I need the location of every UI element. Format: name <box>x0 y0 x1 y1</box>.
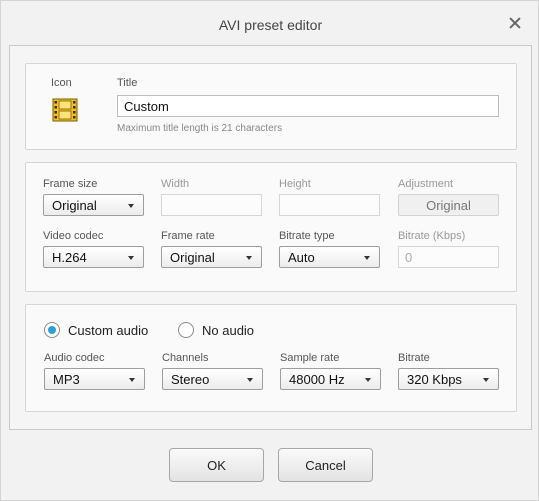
audio-bitrate-value: 320 Kbps <box>407 372 462 387</box>
frame-rate-select[interactable]: Original <box>161 246 262 268</box>
title-input[interactable]: Custom <box>117 95 499 117</box>
video-bitrate-input[interactable]: 0 <box>398 246 499 268</box>
chevron-down-icon <box>128 204 134 208</box>
no-audio-radio[interactable] <box>178 322 194 338</box>
close-icon[interactable] <box>506 15 524 33</box>
no-audio-label[interactable]: No audio <box>202 323 254 338</box>
title-hint: Maximum title length is 21 characters <box>117 123 283 134</box>
sample-rate-select[interactable]: 48000 Hz <box>280 368 381 390</box>
video-codec-select[interactable]: H.264 <box>43 246 144 268</box>
frame-rate-value: Original <box>170 250 215 265</box>
audio-group: Custom audio No audio Audio codec MP3 Ch… <box>25 304 517 412</box>
chevron-down-icon <box>128 256 134 260</box>
audio-codec-select[interactable]: MP3 <box>44 368 145 390</box>
audio-codec-label: Audio codec <box>44 352 105 364</box>
bitrate-type-select[interactable]: Auto <box>279 246 380 268</box>
adjustment-button[interactable]: Original <box>398 194 499 216</box>
frame-size-value: Original <box>52 198 97 213</box>
sample-rate-value: 48000 Hz <box>289 372 345 387</box>
settings-panel: Icon Title Custom Maximum title length i… <box>9 45 532 430</box>
film-icon[interactable] <box>52 98 78 122</box>
frame-rate-label: Frame rate <box>161 230 215 242</box>
chevron-down-icon <box>246 256 252 260</box>
chevron-down-icon <box>365 378 371 382</box>
custom-audio-radio[interactable] <box>44 322 60 338</box>
bitrate-type-label: Bitrate type <box>279 230 335 242</box>
sample-rate-label: Sample rate <box>280 352 340 364</box>
frame-size-label: Frame size <box>43 178 98 190</box>
window-title: AVI preset editor <box>218 17 323 33</box>
width-input[interactable] <box>161 194 262 216</box>
general-group: Icon Title Custom Maximum title length i… <box>25 63 517 150</box>
preset-editor-window: AVI preset editor Icon Title Custom Maxi… <box>0 0 539 501</box>
channels-label: Channels <box>162 352 209 364</box>
cancel-button[interactable]: Cancel <box>278 448 373 482</box>
chevron-down-icon <box>129 378 135 382</box>
width-label: Width <box>161 178 190 190</box>
chevron-down-icon <box>483 378 489 382</box>
adjustment-label: Adjustment <box>398 178 454 190</box>
video-codec-label: Video codec <box>43 230 104 242</box>
custom-audio-label[interactable]: Custom audio <box>68 323 148 338</box>
audio-bitrate-label: Bitrate <box>398 352 430 364</box>
frame-size-select[interactable]: Original <box>43 194 144 216</box>
audio-codec-value: MP3 <box>53 372 80 387</box>
video-bitrate-label: Bitrate (Kbps) <box>398 230 466 242</box>
chevron-down-icon <box>247 378 253 382</box>
height-input[interactable] <box>279 194 380 216</box>
ok-button[interactable]: OK <box>169 448 264 482</box>
chevron-down-icon <box>364 256 370 260</box>
channels-select[interactable]: Stereo <box>162 368 263 390</box>
title-label: Title <box>117 77 138 89</box>
channels-value: Stereo <box>171 372 210 387</box>
bitrate-type-value: Auto <box>288 250 315 265</box>
audio-bitrate-select[interactable]: 320 Kbps <box>398 368 499 390</box>
video-group: Frame size Original Width Height Adjustm… <box>25 162 517 292</box>
height-label: Height <box>279 178 311 190</box>
icon-label: Icon <box>51 77 72 89</box>
video-codec-value: H.264 <box>52 250 87 265</box>
